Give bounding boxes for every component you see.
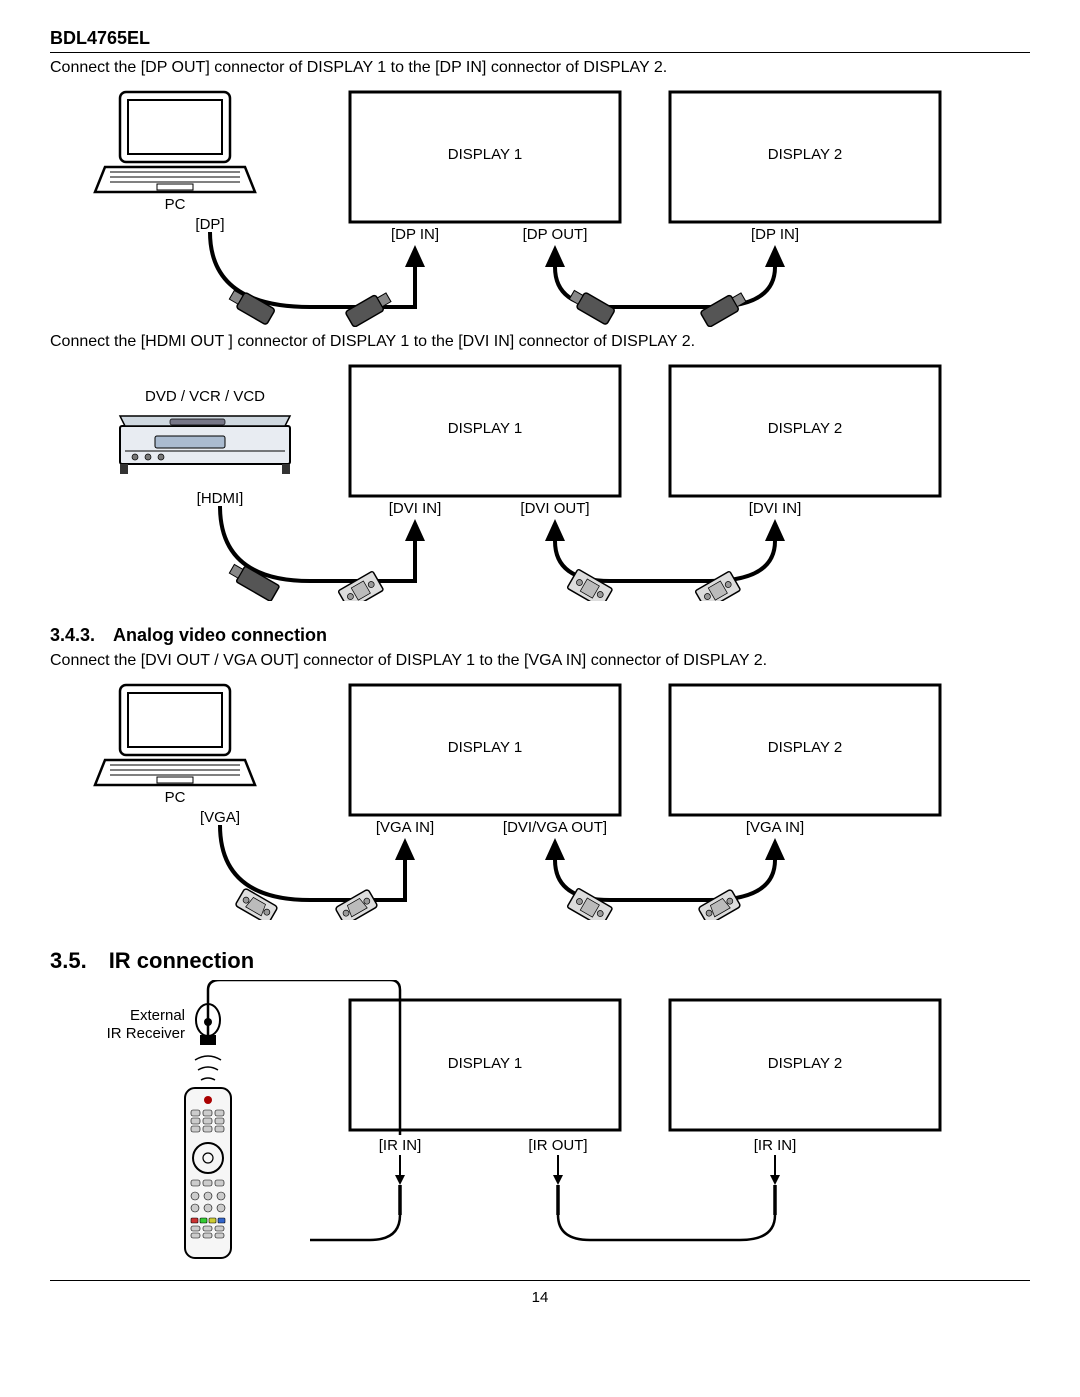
d1-in-label: [DP IN] [391, 226, 439, 243]
laptop-icon [95, 92, 255, 192]
arrow-icon [405, 245, 425, 267]
hdmi-intro-text: Connect the [HDMI OUT ] connector of DIS… [50, 333, 1030, 351]
d1-out-label: [DVI OUT] [520, 500, 589, 517]
arrow-icon [545, 245, 565, 267]
analog-heading: 3.4.3. Analog video connection [50, 625, 1030, 646]
display1-label: DISPLAY 1 [448, 1055, 523, 1072]
display1-label: DISPLAY 1 [448, 739, 523, 756]
display1-label: DISPLAY 1 [448, 146, 523, 163]
vga-connector-icon [235, 888, 278, 920]
pc-port-label: [DP] [195, 216, 224, 233]
d1-in-label: [VGA IN] [376, 819, 434, 836]
ir-cable-line [208, 980, 400, 1135]
arrow-icon [765, 245, 785, 267]
hdmi-port-label: [HDMI] [197, 490, 244, 507]
d2-in-label: [DP IN] [751, 226, 799, 243]
arrow-icon [765, 519, 785, 541]
arrow-icon [405, 519, 425, 541]
ir-in2-label: [IR IN] [754, 1137, 797, 1154]
d2-in-label: [VGA IN] [746, 819, 804, 836]
ir-out-label: [IR OUT] [528, 1137, 587, 1154]
page-number: 14 [50, 1289, 1030, 1306]
jack-plug-icon [770, 1155, 780, 1215]
analog-diagram: PC [VGA] DISPLAY 1 DISPLAY 2 [VGA IN] [D… [50, 680, 1030, 920]
arrow-icon [545, 519, 565, 541]
display2-label: DISPLAY 2 [768, 146, 843, 163]
ir-heading: 3.5. IR connection [50, 948, 1030, 974]
ir-cable-line [310, 1215, 400, 1240]
ir-receiver-label2: IR Receiver [107, 1025, 185, 1042]
ir-signal-icon [195, 1056, 221, 1080]
pc-label: PC [165, 196, 186, 213]
vga-connector-icon [335, 889, 378, 920]
jack-plug-icon [553, 1155, 563, 1215]
jack-plug-icon [395, 1155, 405, 1215]
pc-label: PC [165, 789, 186, 806]
d1-out-label: [DP OUT] [523, 226, 588, 243]
header-rule [50, 52, 1030, 53]
d1-out-label: [DVI/VGA OUT] [503, 819, 607, 836]
vga-port-label: [VGA] [200, 809, 240, 826]
dp-diagram: PC [DP] DISPLAY 1 DISPLAY 2 [DP IN] [DP … [50, 87, 1030, 327]
d1-in-label: [DVI IN] [389, 500, 442, 517]
vga-connector-icon [698, 889, 741, 920]
footer-rule [50, 1280, 1030, 1281]
remote-control-icon [185, 1088, 231, 1258]
arrow-icon [765, 838, 785, 860]
display1-label: DISPLAY 1 [448, 420, 523, 437]
display2-label: DISPLAY 2 [768, 739, 843, 756]
dp-connector-icon [227, 287, 275, 325]
ir-in-label: [IR IN] [379, 1137, 422, 1154]
dp-connector-icon [567, 287, 615, 325]
display2-label: DISPLAY 2 [768, 420, 843, 437]
dp-connector-icon [700, 290, 748, 328]
analog-intro-text: Connect the [DVI OUT / VGA OUT] connecto… [50, 652, 1030, 670]
hdmi-connector-icon [227, 561, 279, 601]
ir-diagram: External IR Receiver [50, 980, 1030, 1280]
d2-in-label: [DVI IN] [749, 500, 802, 517]
model-number: BDL4765EL [50, 28, 1030, 49]
ir-cable-line [558, 1215, 775, 1240]
dvd-label: DVD / VCR / VCD [145, 388, 265, 405]
dvi-connector-icon [338, 571, 384, 601]
display2-label: DISPLAY 2 [768, 1055, 843, 1072]
dvd-player-icon [120, 416, 290, 474]
hdmi-diagram: DVD / VCR / VCD [HDMI] DISPLAY 1 DISPLAY… [50, 361, 1030, 601]
arrow-icon [545, 838, 565, 860]
laptop-icon [95, 685, 255, 785]
ir-receiver-label1: External [130, 1007, 185, 1024]
dvi-connector-icon [695, 571, 741, 601]
arrow-icon [395, 838, 415, 860]
dp-intro-text: Connect the [DP OUT] connector of DISPLA… [50, 59, 1030, 77]
